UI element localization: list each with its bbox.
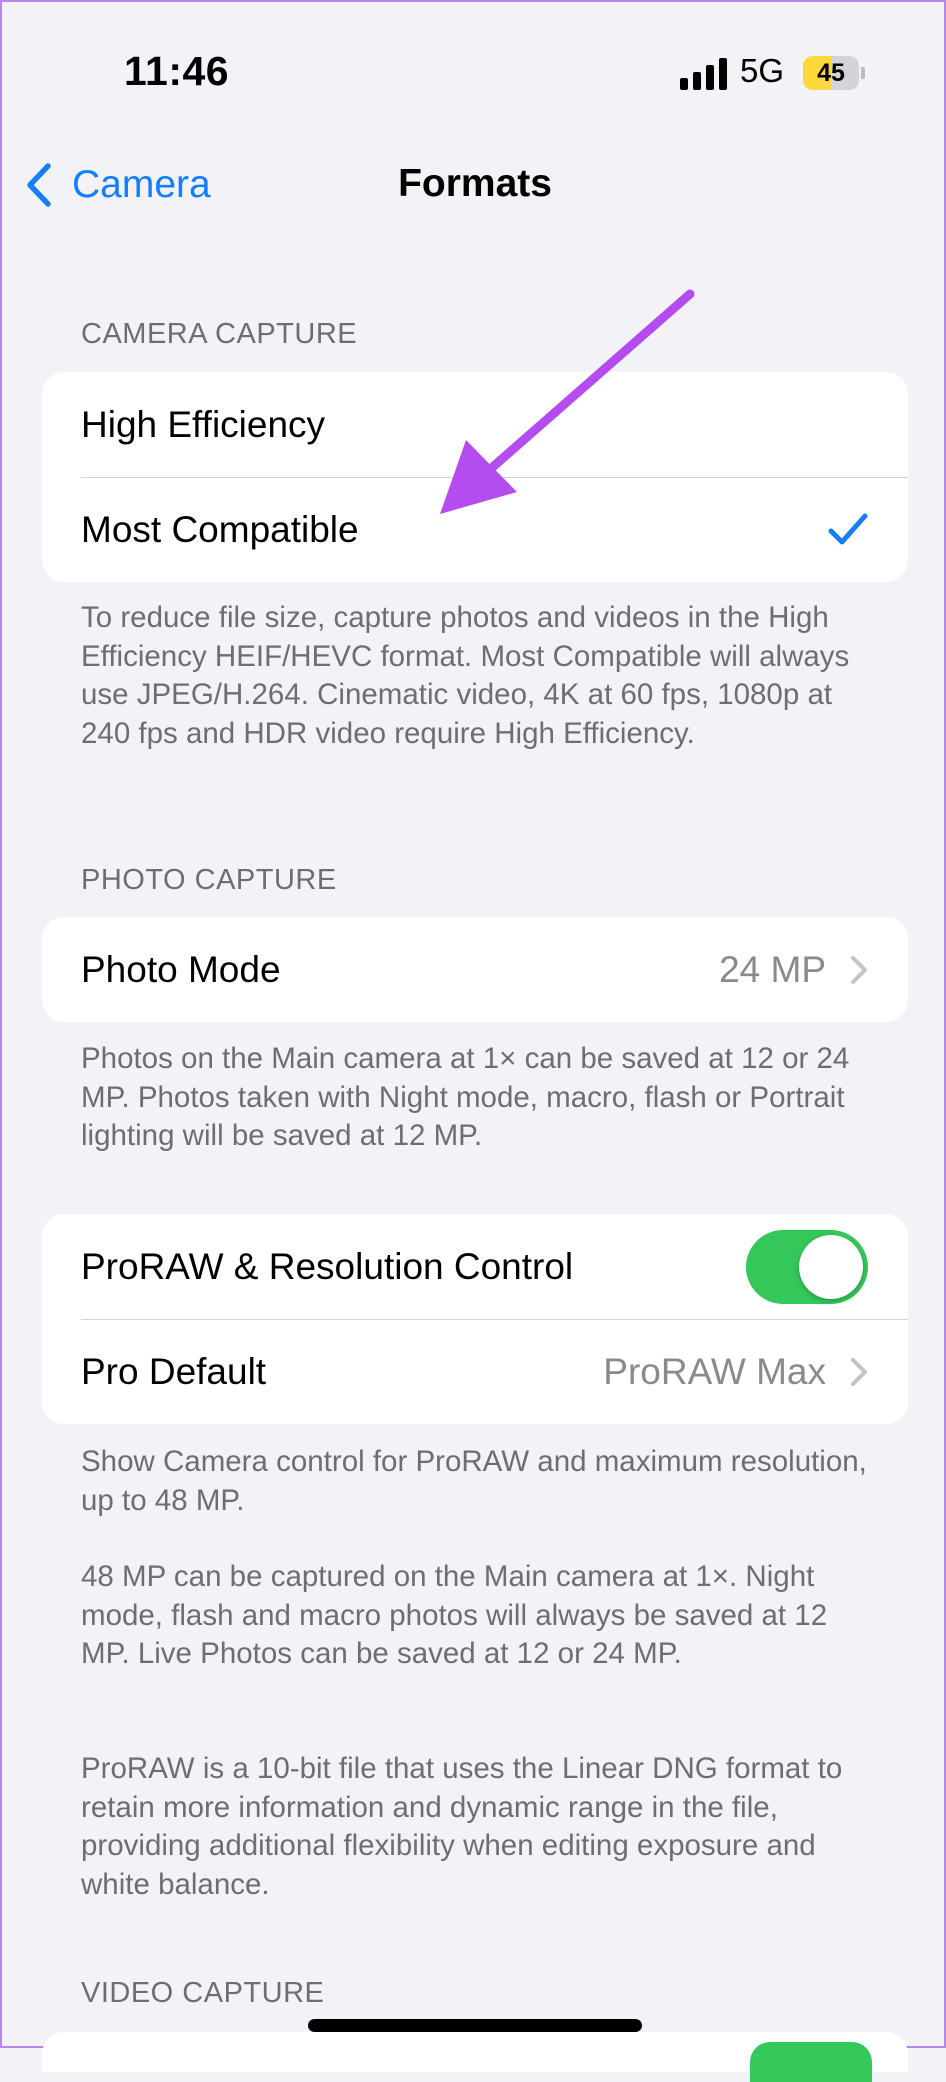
pro-default-label: Pro Default xyxy=(81,1350,267,1392)
proraw-card: ProRAW & Resolution Control Pro Default … xyxy=(42,1214,908,1424)
annotation-arrow-icon xyxy=(440,289,695,514)
photo-mode-label: Photo Mode xyxy=(81,948,281,990)
battery-icon: 45 xyxy=(803,56,865,90)
video-capture-toggle[interactable] xyxy=(750,2042,872,2082)
proraw-toggle-row: ProRAW & Resolution Control xyxy=(42,1214,908,1319)
photo-mode-value: 24 MP xyxy=(719,948,826,990)
home-indicator[interactable] xyxy=(308,2019,642,2032)
proraw-footnote-1: Show Camera control for ProRAW and maxim… xyxy=(81,1445,867,1517)
proraw-toggle[interactable] xyxy=(746,1229,868,1304)
proraw-footnote-3: ProRAW is a 10-bit file that uses the Li… xyxy=(81,1752,843,1901)
photo-capture-footnote: Photos on the Main camera at 1× can be s… xyxy=(81,1042,850,1152)
chevron-right-icon xyxy=(851,955,867,984)
section-header-camera-capture: CAMERA CAPTURE xyxy=(81,318,358,350)
signal-icon xyxy=(680,58,727,90)
proraw-toggle-label: ProRAW & Resolution Control xyxy=(81,1245,574,1287)
section-header-photo-capture: PHOTO CAPTURE xyxy=(81,864,337,896)
chevron-right-icon xyxy=(851,1357,867,1386)
network-type: 5G xyxy=(740,52,785,89)
proraw-footnote-2: 48 MP can be captured on the Main camera… xyxy=(81,1560,828,1670)
page-title: Formats xyxy=(398,162,552,205)
pro-default-row[interactable]: Pro Default ProRAW Max xyxy=(42,1319,908,1424)
status-time: 11:46 xyxy=(124,48,230,94)
battery-level: 45 xyxy=(817,59,845,87)
pro-default-value: ProRAW Max xyxy=(603,1350,826,1392)
photo-capture-card: Photo Mode 24 MP xyxy=(42,917,908,1022)
section-header-video-capture: VIDEO CAPTURE xyxy=(81,1977,325,2009)
photo-mode-row[interactable]: Photo Mode 24 MP xyxy=(42,917,908,1022)
camera-capture-footnote: To reduce file size, capture photos and … xyxy=(81,601,850,750)
toggle-knob xyxy=(799,1234,863,1299)
checkmark-icon xyxy=(828,513,868,544)
